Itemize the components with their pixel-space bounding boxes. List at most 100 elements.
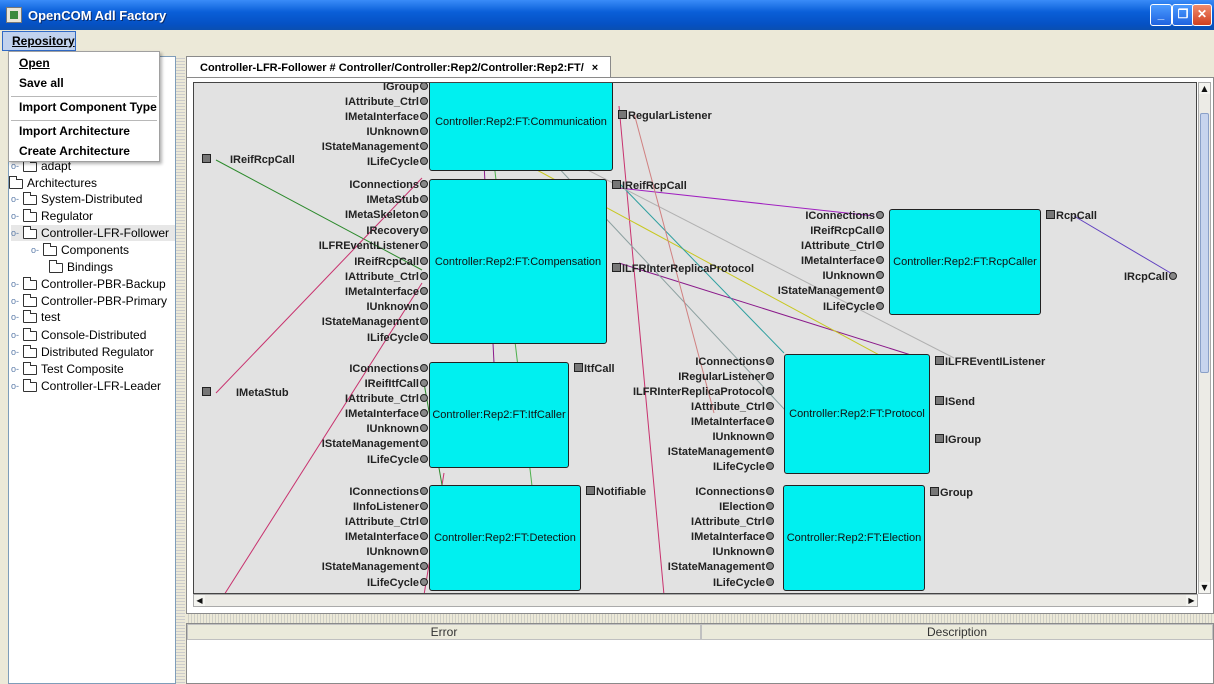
port-imetastub[interactable]: IMetaStub [366, 193, 428, 207]
port-istatemanagement[interactable]: IStateManagement [322, 315, 428, 329]
menu-repository[interactable]: Repository [2, 31, 76, 51]
column-header-description[interactable]: Description [701, 624, 1213, 640]
expand-icon[interactable]: o- [11, 211, 19, 221]
tree-item-test[interactable]: o-test [11, 309, 60, 325]
port-iattribute-ctrl[interactable]: IAttribute_Ctrl [691, 400, 774, 414]
port-imetainterface[interactable]: IMetaInterface [345, 407, 428, 421]
component-election[interactable]: Controller:Rep2:FT:Election [783, 485, 925, 591]
port-group[interactable]: Group [930, 486, 973, 500]
port-iunknown[interactable]: IUnknown [366, 545, 428, 559]
port-ilifecycle[interactable]: ILifeCycle [713, 576, 774, 590]
port-ilifecycle[interactable]: ILifeCycle [367, 453, 428, 467]
port-ilifecycle[interactable]: ILifeCycle [367, 155, 428, 169]
port-notifiable[interactable]: Notifiable [586, 485, 646, 499]
port-itfcall[interactable]: ItfCall [574, 362, 615, 376]
port-iunknown[interactable]: IUnknown [712, 430, 774, 444]
port-iunknown[interactable]: IUnknown [366, 125, 428, 139]
port-iconnections[interactable]: IConnections [695, 355, 774, 369]
scroll-left-icon[interactable]: ◀ [194, 595, 205, 606]
menu-item-open[interactable]: Open [19, 56, 50, 74]
component-detection[interactable]: Controller:Rep2:FT:Detection [429, 485, 581, 591]
port-iunknown[interactable]: IUnknown [712, 545, 774, 559]
port-istatemanagement[interactable]: IStateManagement [668, 445, 774, 459]
port-istatemanagement[interactable]: IStateManagement [322, 437, 428, 451]
port-iunknown[interactable]: IUnknown [366, 422, 428, 436]
port-ireifrcpcall-out[interactable]: IReifRcpCall [612, 179, 687, 193]
expand-icon[interactable]: o- [11, 161, 19, 171]
column-header-error[interactable]: Error [187, 624, 701, 640]
port-imetainterface[interactable]: IMetaInterface [801, 254, 884, 268]
port-ireifrcpcall[interactable]: IReifRcpCall [354, 255, 428, 269]
port-regularlistener[interactable]: RegularListener [618, 109, 712, 123]
tab-close-icon[interactable]: × [592, 62, 598, 74]
tree-item-console-distributed[interactable]: o- Console-Distributed [11, 327, 146, 343]
tree-item-components[interactable]: o- Components [31, 242, 129, 258]
port-imetainterface[interactable]: IMetaInterface [691, 530, 774, 544]
port-imetaskeleton[interactable]: IMetaSkeleton [345, 208, 428, 222]
tree-item-distributed-regulator[interactable]: o- Distributed Regulator [11, 344, 154, 360]
scroll-down-icon[interactable]: ▼ [1199, 582, 1210, 593]
port-iattribute-ctrl[interactable]: IAttribute_Ctrl [345, 95, 428, 109]
tree-item-controller-lfr-leader[interactable]: o- Controller-LFR-Leader [11, 378, 161, 394]
expand-icon[interactable]: o- [11, 330, 19, 340]
port-iunknown[interactable]: IUnknown [822, 269, 884, 283]
maximize-button[interactable]: ❐ [1172, 4, 1194, 26]
tab-controller-lfr-follower[interactable]: Controller-LFR-Follower # Controller/Con… [186, 56, 611, 79]
tree-item-test-composite[interactable]: o- Test Composite [11, 361, 124, 377]
tree-item-controller-pbr-primary[interactable]: o- Controller-PBR-Primary [11, 293, 167, 309]
minimize-button[interactable]: _ [1150, 4, 1172, 26]
port-irecovery[interactable]: IRecovery [366, 224, 428, 238]
port-iinfolistener[interactable]: IInfoListener [353, 500, 428, 514]
expand-icon[interactable]: o- [31, 245, 39, 255]
port-ilfreventilistener[interactable]: ILFREventIListener [319, 239, 428, 253]
external-port-imetastub[interactable]: IMetaStub [202, 386, 289, 400]
external-port-ircpcall[interactable]: IRcpCall [1124, 270, 1177, 284]
expand-icon[interactable]: o- [11, 347, 19, 357]
diagram-canvas[interactable]: IReifRcpCall IMetaStub IRcpCall Controll… [193, 82, 1197, 594]
menu-item-import-component-type[interactable]: Import Component Type [19, 100, 157, 118]
external-port-ireifrcpcall[interactable]: IReifRcpCall [202, 153, 295, 167]
port-iattribute-ctrl[interactable]: IAttribute_Ctrl [801, 239, 884, 253]
tree-item-controller-pbr-backup[interactable]: o- Controller-PBR-Backup [11, 276, 166, 292]
expand-icon[interactable]: o- [11, 279, 19, 289]
horizontal-scrollbar[interactable]: ◀ ▶ [193, 594, 1198, 607]
tree-item-system-distributed[interactable]: o- System-Distributed [11, 191, 142, 207]
component-rcpcaller[interactable]: Controller:Rep2:FT:RcpCaller [889, 209, 1041, 315]
tree-item-regulator[interactable]: o- Regulator [11, 208, 93, 224]
expand-icon[interactable]: o- [11, 194, 19, 204]
scroll-right-icon[interactable]: ▶ [1186, 595, 1197, 606]
expand-icon[interactable]: o- [11, 381, 19, 391]
port-istatemanagement[interactable]: IStateManagement [778, 284, 884, 298]
component-protocol[interactable]: Controller:Rep2:FT:Protocol [784, 354, 930, 474]
port-isend[interactable]: ISend [935, 395, 975, 409]
port-ilfrinterreplicaprotocol[interactable]: ILFRInterReplicaProtocol [633, 385, 774, 399]
port-iunknown[interactable]: IUnknown [366, 300, 428, 314]
port-ilifecycle[interactable]: ILifeCycle [367, 576, 428, 590]
port-ielection[interactable]: IElection [719, 500, 774, 514]
port-iattribute-ctrl[interactable]: IAttribute_Ctrl [691, 515, 774, 529]
port-iattribute-ctrl[interactable]: IAttribute_Ctrl [345, 270, 428, 284]
port-ilifecycle[interactable]: ILifeCycle [823, 300, 884, 314]
panel-splitter[interactable] [176, 56, 185, 684]
port-iconnections[interactable]: IConnections [805, 209, 884, 223]
port-ilfrinterreplicaprotocol[interactable]: ILFRInterReplicaProtocol [612, 262, 754, 276]
port-istatemanagement[interactable]: IStateManagement [322, 560, 428, 574]
port-iattribute-ctrl[interactable]: IAttribute_Ctrl [345, 515, 428, 529]
port-igroup[interactable]: IGroup [935, 433, 981, 447]
port-ilifecycle[interactable]: ILifeCycle [713, 460, 774, 474]
collapse-icon[interactable]: o- [11, 228, 19, 238]
port-imetainterface[interactable]: IMetaInterface [345, 110, 428, 124]
port-ireifrcpcall[interactable]: IReifRcpCall [810, 224, 884, 238]
menu-item-save-all[interactable]: Save all [19, 76, 64, 94]
component-communication[interactable]: Controller:Rep2:FT:Communication [429, 83, 613, 171]
close-window-button[interactable]: ✕ [1192, 4, 1212, 26]
port-imetainterface[interactable]: IMetaInterface [691, 415, 774, 429]
component-compensation[interactable]: Controller:Rep2:FT:Compensation [429, 179, 607, 344]
port-ilifecycle[interactable]: ILifeCycle [367, 331, 428, 345]
vertical-scroll-thumb[interactable] [1200, 113, 1209, 373]
tree-item-controller-lfr-follower[interactable]: o- Controller-LFR-Follower [11, 225, 175, 241]
port-iattribute-ctrl[interactable]: IAttribute_Ctrl [345, 392, 428, 406]
port-iconnections[interactable]: IConnections [349, 178, 428, 192]
vertical-scrollbar[interactable]: ▲ ▼ [1198, 82, 1211, 594]
menu-item-import-architecture[interactable]: Import Architecture [19, 124, 130, 142]
